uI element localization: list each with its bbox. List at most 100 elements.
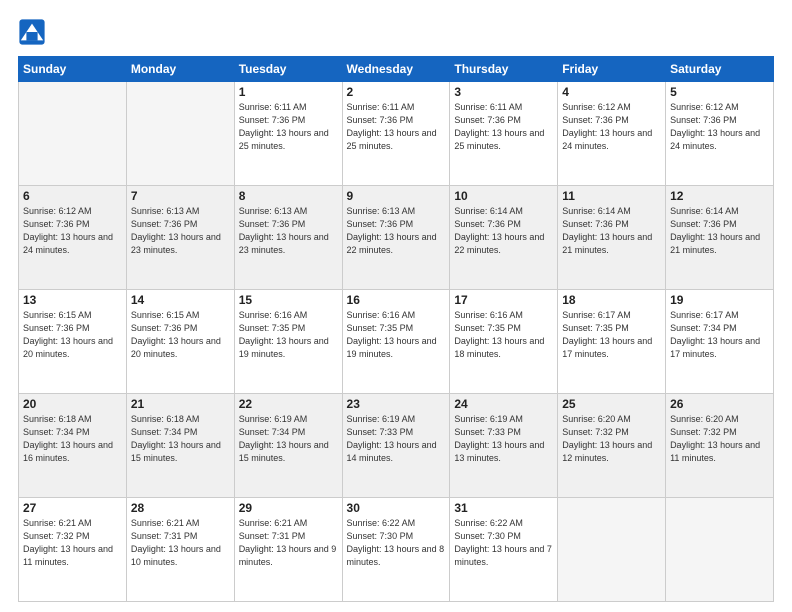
- page: SundayMondayTuesdayWednesdayThursdayFrid…: [0, 0, 792, 612]
- day-info: Sunrise: 6:22 AM Sunset: 7:30 PM Dayligh…: [454, 517, 553, 569]
- calendar-cell: 28 Sunrise: 6:21 AM Sunset: 7:31 PM Dayli…: [126, 498, 234, 602]
- day-info: Sunrise: 6:21 AM Sunset: 7:32 PM Dayligh…: [23, 517, 122, 569]
- calendar-cell: 14 Sunrise: 6:15 AM Sunset: 7:36 PM Dayli…: [126, 290, 234, 394]
- day-number: 25: [562, 397, 661, 411]
- day-number: 21: [131, 397, 230, 411]
- day-number: 10: [454, 189, 553, 203]
- day-info: Sunrise: 6:11 AM Sunset: 7:36 PM Dayligh…: [454, 101, 553, 153]
- day-number: 22: [239, 397, 338, 411]
- calendar-cell: 25 Sunrise: 6:20 AM Sunset: 7:32 PM Dayli…: [558, 394, 666, 498]
- calendar-cell: [666, 498, 774, 602]
- day-info: Sunrise: 6:18 AM Sunset: 7:34 PM Dayligh…: [23, 413, 122, 465]
- calendar-cell: [19, 82, 127, 186]
- day-info: Sunrise: 6:17 AM Sunset: 7:35 PM Dayligh…: [562, 309, 661, 361]
- weekday-tuesday: Tuesday: [234, 57, 342, 82]
- day-number: 3: [454, 85, 553, 99]
- day-info: Sunrise: 6:13 AM Sunset: 7:36 PM Dayligh…: [131, 205, 230, 257]
- weekday-thursday: Thursday: [450, 57, 558, 82]
- day-number: 17: [454, 293, 553, 307]
- calendar-cell: 27 Sunrise: 6:21 AM Sunset: 7:32 PM Dayli…: [19, 498, 127, 602]
- calendar-cell: 31Sunrise: 6:22 AM Sunset: 7:30 PM Dayli…: [450, 498, 558, 602]
- day-info: Sunrise: 6:12 AM Sunset: 7:36 PM Dayligh…: [670, 101, 769, 153]
- calendar-cell: 26 Sunrise: 6:20 AM Sunset: 7:32 PM Dayli…: [666, 394, 774, 498]
- day-info: Sunrise: 6:13 AM Sunset: 7:36 PM Dayligh…: [347, 205, 446, 257]
- day-info: Sunrise: 6:21 AM Sunset: 7:31 PM Dayligh…: [131, 517, 230, 569]
- weekday-saturday: Saturday: [666, 57, 774, 82]
- week-row-1: 1Sunrise: 6:11 AM Sunset: 7:36 PM Daylig…: [19, 82, 774, 186]
- day-info: Sunrise: 6:20 AM Sunset: 7:32 PM Dayligh…: [670, 413, 769, 465]
- weekday-friday: Friday: [558, 57, 666, 82]
- calendar-cell: 21 Sunrise: 6:18 AM Sunset: 7:34 PM Dayli…: [126, 394, 234, 498]
- calendar-cell: 6 Sunrise: 6:12 AM Sunset: 7:36 PM Daylig…: [19, 186, 127, 290]
- calendar-cell: 5Sunrise: 6:12 AM Sunset: 7:36 PM Daylig…: [666, 82, 774, 186]
- day-info: Sunrise: 6:11 AM Sunset: 7:36 PM Dayligh…: [239, 101, 338, 153]
- logo-icon: [18, 18, 46, 46]
- calendar-cell: 10 Sunrise: 6:14 AM Sunset: 7:36 PM Dayli…: [450, 186, 558, 290]
- week-row-4: 20 Sunrise: 6:18 AM Sunset: 7:34 PM Dayli…: [19, 394, 774, 498]
- day-number: 23: [347, 397, 446, 411]
- day-info: Sunrise: 6:19 AM Sunset: 7:33 PM Dayligh…: [347, 413, 446, 465]
- calendar-cell: 2 Sunrise: 6:11 AM Sunset: 7:36 PM Daylig…: [342, 82, 450, 186]
- day-info: Sunrise: 6:14 AM Sunset: 7:36 PM Dayligh…: [454, 205, 553, 257]
- weekday-monday: Monday: [126, 57, 234, 82]
- calendar-cell: 24 Sunrise: 6:19 AM Sunset: 7:33 PM Dayli…: [450, 394, 558, 498]
- day-info: Sunrise: 6:20 AM Sunset: 7:32 PM Dayligh…: [562, 413, 661, 465]
- weekday-header-row: SundayMondayTuesdayWednesdayThursdayFrid…: [19, 57, 774, 82]
- day-info: Sunrise: 6:18 AM Sunset: 7:34 PM Dayligh…: [131, 413, 230, 465]
- calendar-cell: [558, 498, 666, 602]
- day-info: Sunrise: 6:13 AM Sunset: 7:36 PM Dayligh…: [239, 205, 338, 257]
- day-info: Sunrise: 6:16 AM Sunset: 7:35 PM Dayligh…: [239, 309, 338, 361]
- day-number: 7: [131, 189, 230, 203]
- header: [18, 18, 774, 46]
- day-number: 13: [23, 293, 122, 307]
- day-info: Sunrise: 6:11 AM Sunset: 7:36 PM Dayligh…: [347, 101, 446, 153]
- calendar-cell: 9 Sunrise: 6:13 AM Sunset: 7:36 PM Daylig…: [342, 186, 450, 290]
- calendar-table: SundayMondayTuesdayWednesdayThursdayFrid…: [18, 56, 774, 602]
- calendar-cell: 4Sunrise: 6:12 AM Sunset: 7:36 PM Daylig…: [558, 82, 666, 186]
- day-number: 18: [562, 293, 661, 307]
- calendar-cell: 12Sunrise: 6:14 AM Sunset: 7:36 PM Dayli…: [666, 186, 774, 290]
- calendar-cell: 23 Sunrise: 6:19 AM Sunset: 7:33 PM Dayli…: [342, 394, 450, 498]
- day-number: 27: [23, 501, 122, 515]
- day-number: 30: [347, 501, 446, 515]
- day-number: 11: [562, 189, 661, 203]
- weekday-sunday: Sunday: [19, 57, 127, 82]
- day-info: Sunrise: 6:21 AM Sunset: 7:31 PM Dayligh…: [239, 517, 338, 569]
- week-row-5: 27 Sunrise: 6:21 AM Sunset: 7:32 PM Dayli…: [19, 498, 774, 602]
- day-number: 9: [347, 189, 446, 203]
- day-info: Sunrise: 6:12 AM Sunset: 7:36 PM Dayligh…: [23, 205, 122, 257]
- weekday-wednesday: Wednesday: [342, 57, 450, 82]
- day-number: 16: [347, 293, 446, 307]
- day-number: 26: [670, 397, 769, 411]
- day-number: 2: [347, 85, 446, 99]
- day-number: 14: [131, 293, 230, 307]
- calendar-cell: 22 Sunrise: 6:19 AM Sunset: 7:34 PM Dayli…: [234, 394, 342, 498]
- calendar-cell: 30Sunrise: 6:22 AM Sunset: 7:30 PM Dayli…: [342, 498, 450, 602]
- calendar-cell: 13Sunrise: 6:15 AM Sunset: 7:36 PM Dayli…: [19, 290, 127, 394]
- week-row-3: 13 Sunrise: 6:15 AM Sunset: 7:36 PM Dayli…: [19, 290, 774, 394]
- calendar-cell: 3 Sunrise: 6:11 AM Sunset: 7:36 PM Daylig…: [450, 82, 558, 186]
- calendar-cell: 8 Sunrise: 6:13 AM Sunset: 7:36 PM Daylig…: [234, 186, 342, 290]
- day-info: Sunrise: 6:15 AM Sunset: 7:36 PM Dayligh…: [131, 309, 230, 361]
- day-number: 28: [131, 501, 230, 515]
- calendar-cell: 16 Sunrise: 6:16 AM Sunset: 7:35 PM Dayli…: [342, 290, 450, 394]
- day-info: Sunrise: 6:19 AM Sunset: 7:34 PM Dayligh…: [239, 413, 338, 465]
- day-number: 19: [670, 293, 769, 307]
- calendar-cell: [126, 82, 234, 186]
- day-info: Sunrise: 6:14 AM Sunset: 7:36 PM Dayligh…: [562, 205, 661, 257]
- day-info: Sunrise: 6:16 AM Sunset: 7:35 PM Dayligh…: [454, 309, 553, 361]
- calendar-cell: 20 Sunrise: 6:18 AM Sunset: 7:34 PM Dayli…: [19, 394, 127, 498]
- calendar-cell: 29 Sunrise: 6:21 AM Sunset: 7:31 PM Dayli…: [234, 498, 342, 602]
- day-number: 8: [239, 189, 338, 203]
- day-info: Sunrise: 6:16 AM Sunset: 7:35 PM Dayligh…: [347, 309, 446, 361]
- day-number: 29: [239, 501, 338, 515]
- calendar-cell: 7 Sunrise: 6:13 AM Sunset: 7:36 PM Daylig…: [126, 186, 234, 290]
- week-row-2: 6 Sunrise: 6:12 AM Sunset: 7:36 PM Daylig…: [19, 186, 774, 290]
- day-number: 24: [454, 397, 553, 411]
- day-info: Sunrise: 6:17 AM Sunset: 7:34 PM Dayligh…: [670, 309, 769, 361]
- day-number: 6: [23, 189, 122, 203]
- calendar-cell: 11 Sunrise: 6:14 AM Sunset: 7:36 PM Dayli…: [558, 186, 666, 290]
- day-info: Sunrise: 6:19 AM Sunset: 7:33 PM Dayligh…: [454, 413, 553, 465]
- day-info: Sunrise: 6:14 AM Sunset: 7:36 PM Dayligh…: [670, 205, 769, 257]
- day-number: 20: [23, 397, 122, 411]
